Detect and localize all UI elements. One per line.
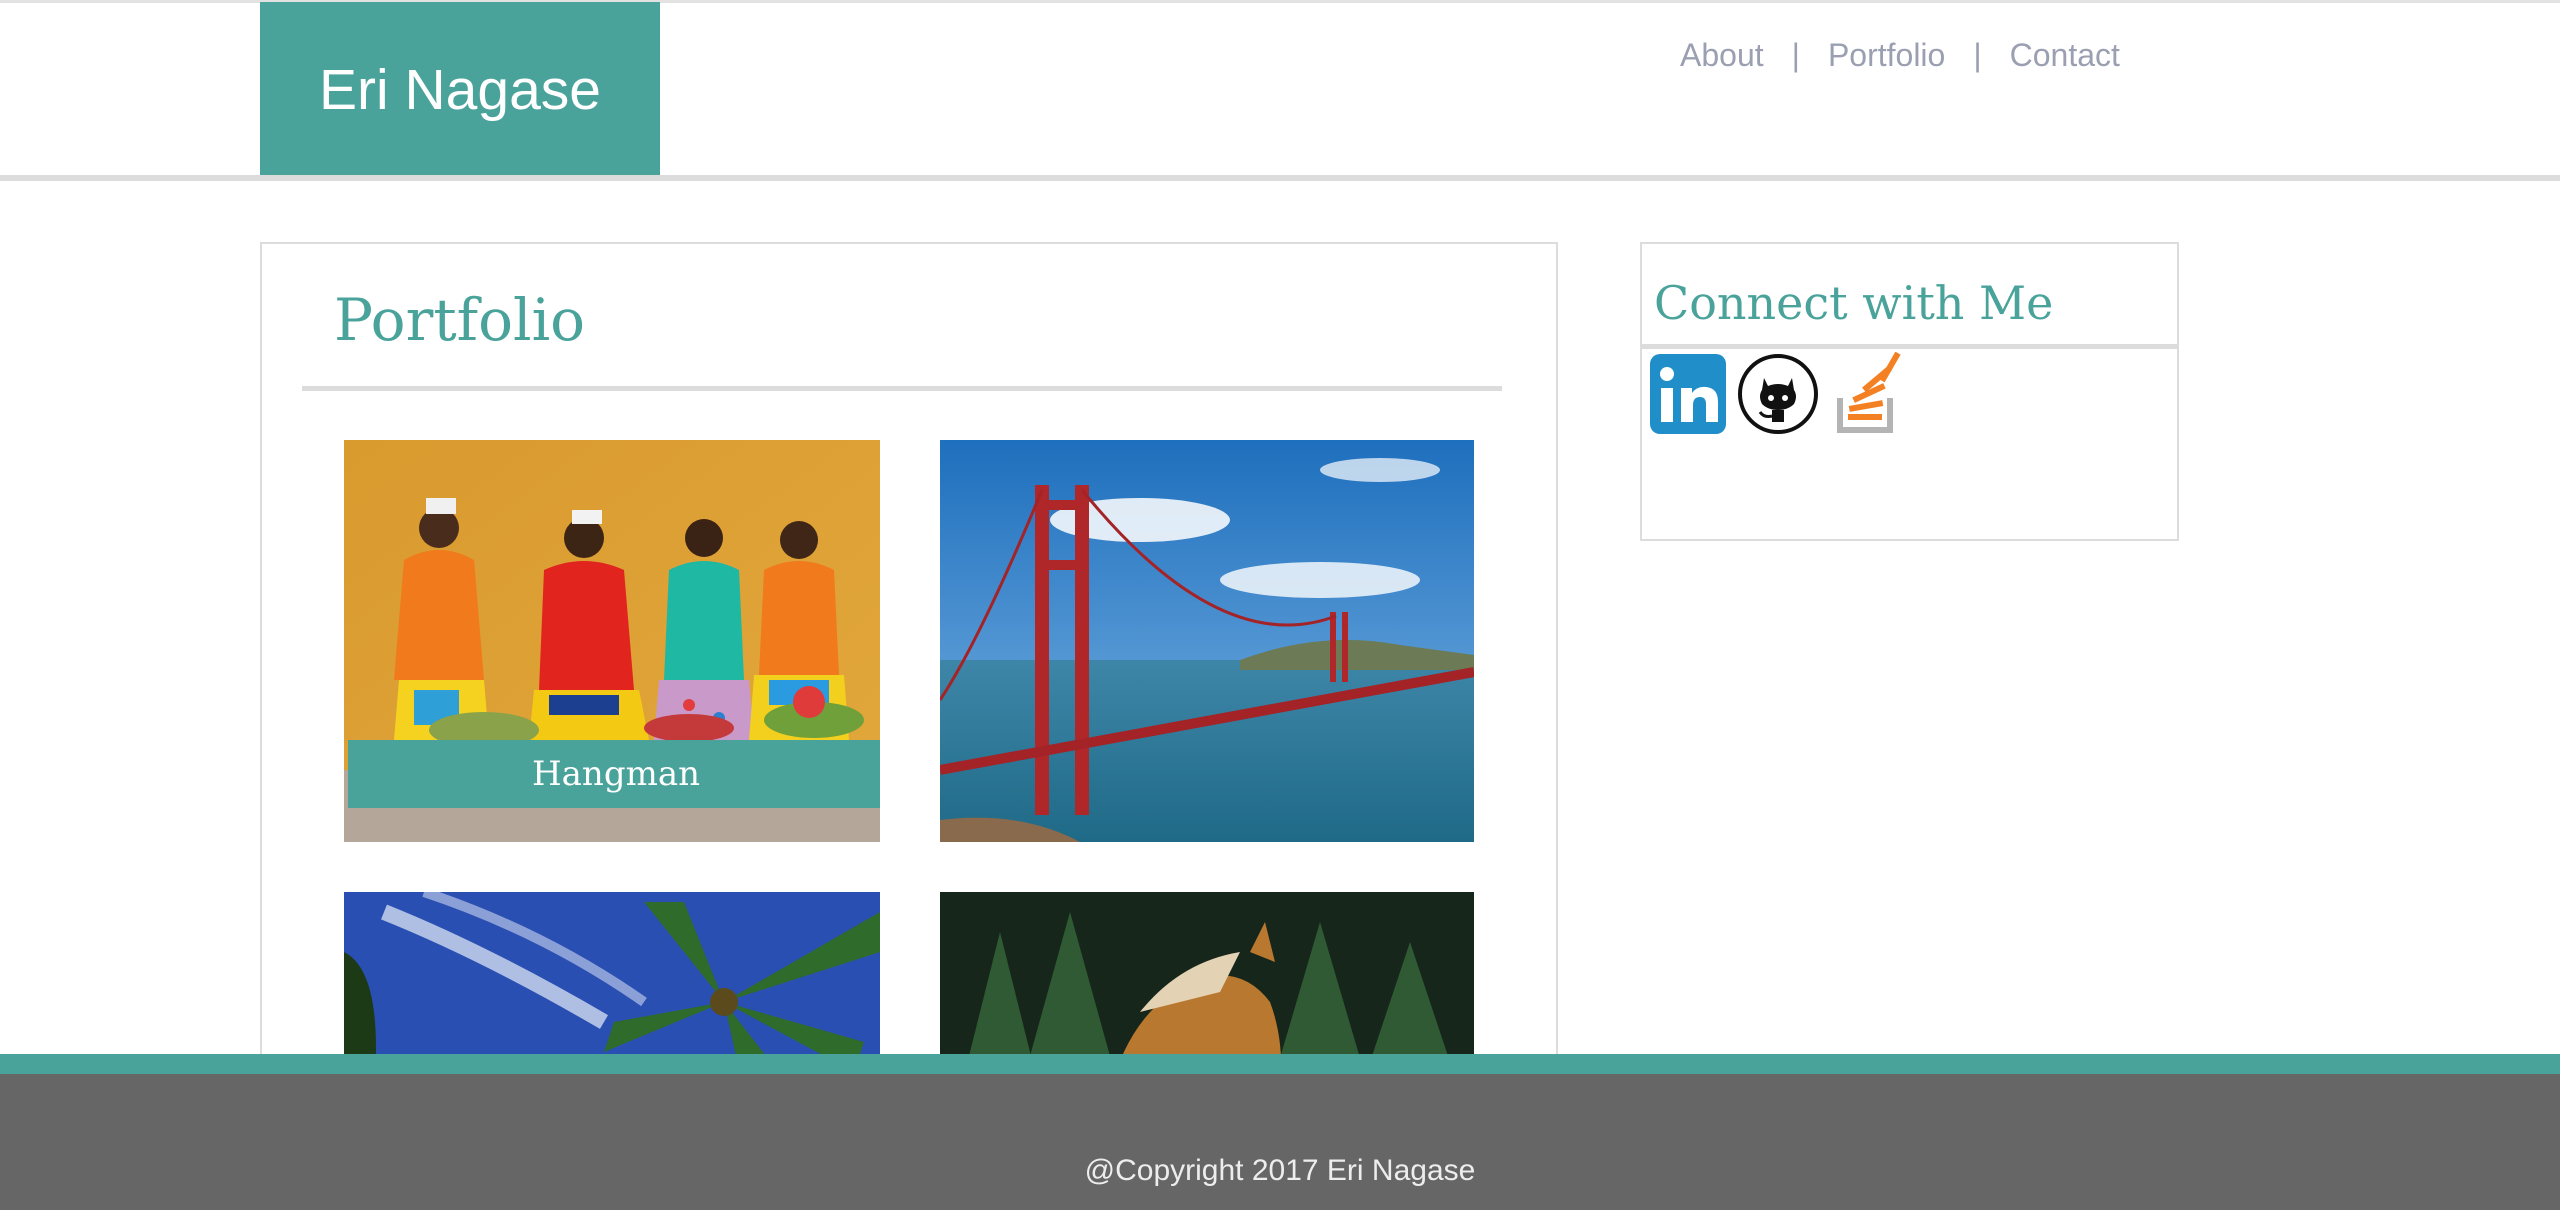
nav-about[interactable]: About	[1680, 37, 1764, 74]
portfolio-item-2[interactable]	[940, 440, 1474, 842]
site-logo[interactable]: Eri Nagase	[260, 2, 660, 177]
stackoverflow-icon[interactable]	[1830, 352, 1914, 436]
portfolio-item-hangman[interactable]: Hangman	[344, 440, 880, 842]
header-divider	[0, 175, 2560, 181]
footer-accent-stripe	[0, 1054, 2560, 1074]
connect-section: Connect with Me	[1640, 242, 2179, 541]
linkedin-icon[interactable]	[1648, 352, 1732, 436]
golden-gate-bridge-photo	[940, 440, 1474, 842]
connect-divider	[1642, 344, 2177, 349]
site-header: Eri Nagase About | Portfolio | Contact	[0, 0, 2560, 181]
nav-separator: |	[1973, 36, 1982, 73]
connect-title: Connect with Me	[1654, 276, 2054, 330]
copyright-text: @Copyright 2017 Eri Nagase	[1084, 1154, 1476, 1187]
nav-portfolio[interactable]: Portfolio	[1828, 37, 1945, 74]
portfolio-title: Portfolio	[334, 286, 586, 354]
portfolio-item-caption[interactable]: Hangman	[348, 740, 880, 808]
nav-separator: |	[1791, 36, 1800, 73]
portfolio-divider	[302, 386, 1502, 391]
main-nav: About | Portfolio | Contact	[1680, 30, 2120, 80]
site-footer: @Copyright 2017 Eri Nagase	[0, 1074, 2560, 1210]
github-icon[interactable]	[1736, 352, 1820, 436]
portfolio-section: Portfolio Hangman	[260, 242, 1558, 1092]
nav-contact[interactable]: Contact	[2010, 37, 2120, 74]
